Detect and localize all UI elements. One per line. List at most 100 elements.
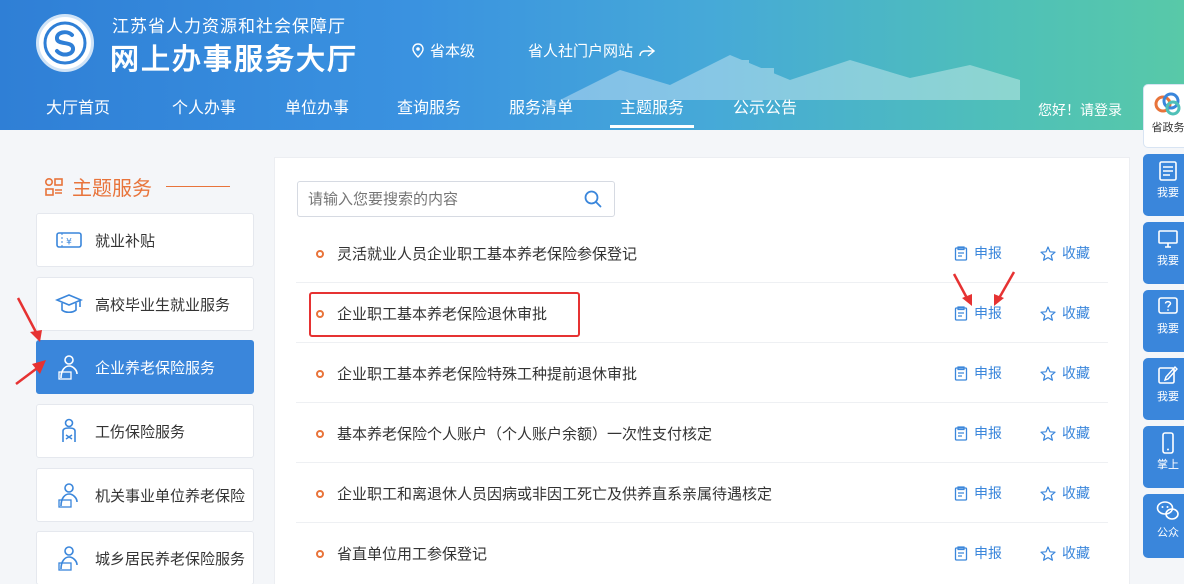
star-icon	[1040, 425, 1056, 441]
sidebar-item-graduate-employment[interactable]: 高校毕业生就业服务	[36, 277, 254, 331]
share-arrow-icon	[639, 44, 656, 57]
search-icon[interactable]	[584, 190, 602, 212]
apply-label: 申报	[974, 486, 1002, 502]
nav-company[interactable]: 单位办事	[285, 96, 349, 128]
star-icon	[1040, 485, 1056, 501]
favorite-label: 收藏	[1062, 366, 1090, 382]
apply-button[interactable]: 申报	[954, 483, 1002, 503]
highlight-box	[309, 292, 580, 337]
favorite-button[interactable]: 收藏	[1040, 243, 1090, 263]
edit-icon	[1158, 365, 1178, 384]
clipboard-icon	[954, 545, 968, 561]
site-logo[interactable]	[36, 14, 94, 72]
org-name: 江苏省人力资源和社会保障厅	[112, 17, 346, 37]
service-title[interactable]: 省直单位用工参保登记	[337, 543, 487, 564]
list-item: 灵活就业人员企业职工基本养老保险参保登记 申报 收藏	[296, 223, 1108, 283]
nav-service-list[interactable]: 服务清单	[509, 96, 573, 128]
injury-person-icon	[55, 417, 83, 445]
service-title[interactable]: 企业职工和离退休人员因病或非因工死亡及供养直系亲属待遇核定	[337, 483, 772, 504]
clipboard-icon	[954, 425, 968, 441]
favorite-button[interactable]: 收藏	[1040, 303, 1090, 323]
sidebar-item-employment-subsidy[interactable]: ¥ 就业补贴	[36, 213, 254, 267]
list-item: 省直单位用工参保登记 申报 收藏	[296, 523, 1108, 583]
sidebar-title-text: 主题服务	[72, 176, 152, 200]
apply-button[interactable]: 申报	[954, 243, 1002, 263]
apply-label: 申报	[974, 546, 1002, 562]
sidebar-item-label: 企业养老保险服务	[95, 358, 216, 377]
nav-theme-service[interactable]: 主题服务	[610, 96, 694, 128]
float-label: 我要	[1157, 390, 1179, 403]
sidebar-item-resident-pension[interactable]: 城乡居民养老保险服务	[36, 531, 254, 584]
apply-button[interactable]: 申报	[954, 543, 1002, 563]
float-label: 公众	[1157, 526, 1179, 539]
favorite-label: 收藏	[1062, 306, 1090, 322]
float-item[interactable]: 公众	[1143, 494, 1184, 558]
red-arrow-icon	[15, 360, 46, 385]
red-arrow-icon	[952, 273, 972, 306]
nav-home[interactable]: 大厅首页	[46, 96, 110, 128]
apply-label: 申报	[974, 246, 1002, 262]
float-label: 我要	[1157, 322, 1179, 335]
favorite-button[interactable]: 收藏	[1040, 363, 1090, 383]
float-item[interactable]: 我要	[1143, 154, 1184, 216]
wechat-icon	[1156, 501, 1179, 520]
float-item[interactable]: 掌上	[1143, 426, 1184, 488]
float-item[interactable]: 我要	[1143, 222, 1184, 284]
apply-button[interactable]: 申报	[954, 423, 1002, 443]
bullet-dot-icon	[316, 490, 324, 498]
monitor-icon	[1158, 230, 1178, 248]
sidebar-item-label: 就业补贴	[95, 231, 156, 250]
star-icon	[1040, 245, 1056, 261]
bullet-dot-icon	[316, 250, 324, 258]
clipboard-icon	[954, 485, 968, 501]
elder-person-icon	[55, 544, 83, 572]
title-underline	[166, 186, 230, 187]
clipboard-icon	[954, 245, 968, 261]
elder-person-icon	[55, 353, 83, 381]
nav-announcements[interactable]: 公示公告	[733, 96, 797, 128]
nav-personal[interactable]: 个人办事	[172, 96, 236, 128]
portal-label: 省人社门户网站	[528, 42, 634, 60]
nav-query[interactable]: 查询服务	[397, 96, 461, 128]
favorite-label: 收藏	[1062, 546, 1090, 562]
red-arrow-icon	[994, 271, 1016, 306]
clipboard-icon	[954, 365, 968, 381]
float-gov-app[interactable]: 省政务	[1143, 84, 1184, 148]
star-icon	[1040, 305, 1056, 321]
float-label: 掌上	[1157, 458, 1179, 471]
level-label: 省本级	[430, 42, 476, 60]
sidebar-item-injury-insurance[interactable]: 工伤保险服务	[36, 404, 254, 458]
search-input[interactable]	[298, 182, 568, 216]
service-title[interactable]: 企业职工基本养老保险特殊工种提前退休审批	[337, 363, 637, 384]
bullet-dot-icon	[316, 550, 324, 558]
favorite-button[interactable]: 收藏	[1040, 543, 1090, 563]
sidebar-title: 主题服务	[44, 172, 230, 201]
phone-icon	[1162, 432, 1174, 454]
favorite-label: 收藏	[1062, 246, 1090, 262]
sidebar-item-label: 工伤保险服务	[95, 422, 186, 441]
service-title[interactable]: 基本养老保险个人账户（个人账户余额）一次性支付核定	[337, 423, 712, 444]
service-title[interactable]: 灵活就业人员企业职工基本养老保险参保登记	[337, 243, 637, 264]
graduation-cap-icon	[55, 290, 83, 318]
apply-button[interactable]: 申报	[954, 363, 1002, 383]
logo-emblem-icon	[43, 21, 87, 65]
favorite-button[interactable]: 收藏	[1040, 423, 1090, 443]
sidebar-item-label: 高校毕业生就业服务	[95, 295, 231, 314]
star-icon	[1040, 545, 1056, 561]
level-selector[interactable]: 省本级	[412, 40, 475, 61]
site-title: 网上办事服务大厅	[110, 42, 359, 76]
sidebar-item-institution-pension[interactable]: 机关事业单位养老保险	[36, 468, 254, 522]
float-item[interactable]: 我要	[1143, 290, 1184, 352]
apply-label: 申报	[974, 426, 1002, 442]
sidebar-item-enterprise-pension[interactable]: 企业养老保险服务	[36, 340, 254, 394]
favorite-button[interactable]: 收藏	[1040, 483, 1090, 503]
apply-label: 申报	[974, 366, 1002, 382]
float-label: 我要	[1157, 254, 1179, 267]
document-list-icon	[1159, 161, 1177, 181]
portal-link[interactable]: 省人社门户网站	[528, 40, 656, 61]
search-box	[297, 181, 615, 217]
login-link[interactable]: 您好！请登录	[1038, 100, 1122, 120]
float-item[interactable]: 我要	[1143, 358, 1184, 420]
main-nav: 大厅首页 个人办事 单位办事 查询服务 服务清单 主题服务 公示公告	[0, 92, 1184, 130]
sidebar-item-label: 城乡居民养老保险服务	[95, 549, 246, 568]
